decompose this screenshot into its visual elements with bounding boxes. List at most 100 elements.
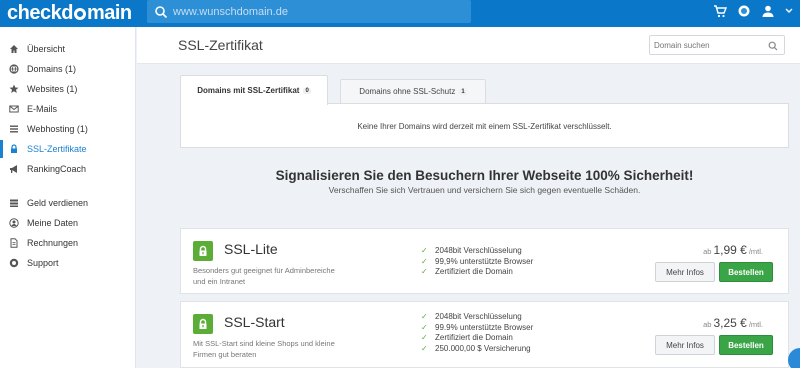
- promo-title: Signalisieren Sie den Besuchern Ihrer We…: [275, 168, 694, 183]
- product-name: SSL-Start: [224, 314, 285, 330]
- more-info-button[interactable]: Mehr Infos: [655, 262, 715, 282]
- tab-domains-ohne-ssl[interactable]: Domains ohne SSL-Schutz 1: [340, 79, 486, 103]
- sidebar-item-label: RankingCoach: [27, 164, 87, 174]
- star-icon: [9, 84, 19, 94]
- product-price: ab 1,99 €/mtl.: [703, 243, 763, 257]
- feature-item: ✓ 250.000,00 $ Versicherung: [421, 344, 533, 355]
- product-description: Besonders gut geeignet für Adminbereiche…: [193, 266, 335, 286]
- check-icon: ✓: [421, 312, 428, 321]
- sidebar-item-websites[interactable]: Websites (1): [0, 79, 135, 99]
- domain-search-input[interactable]: [173, 3, 453, 20]
- tab-label: Domains ohne SSL-Schutz: [359, 87, 456, 96]
- sidebar-item-label: Domains (1): [27, 64, 77, 74]
- domain-filter-search[interactable]: [649, 35, 785, 55]
- sidebar-item-domains[interactable]: Domains (1): [0, 59, 135, 79]
- search-icon[interactable]: [768, 41, 778, 51]
- sidebar-item-label: Meine Daten: [27, 218, 79, 228]
- feature-item: ✓ 2048bit Verschlüsselung: [421, 312, 533, 323]
- tab-domains-mit-ssl[interactable]: Domains mit SSL-Zertifikat 0: [180, 75, 328, 105]
- check-icon: ✓: [421, 267, 428, 276]
- user-icon[interactable]: [761, 4, 775, 18]
- product-name: SSL-Lite: [224, 241, 278, 257]
- check-icon: ✓: [421, 246, 428, 255]
- check-icon: ✓: [421, 333, 428, 342]
- feature-text: 2048bit Verschlüsselung: [435, 312, 522, 321]
- sidebar-item-label: Übersicht: [27, 44, 66, 54]
- info-text: Keine Ihrer Domains wird derzeit mit ein…: [357, 122, 612, 131]
- globe-icon[interactable]: [737, 4, 751, 18]
- top-icons: [713, 4, 793, 18]
- page-header: SSL-Zertifikat: [137, 27, 800, 64]
- sidebar-item-meine-daten[interactable]: Meine Daten: [0, 213, 135, 233]
- order-button[interactable]: Bestellen: [719, 335, 773, 355]
- feature-item: ✓ 2048bit Verschlüsselung: [421, 246, 533, 257]
- lock-icon: [193, 241, 213, 261]
- sidebar-item-webhosting[interactable]: Webhosting (1): [0, 119, 135, 139]
- price-value: 1,99 €: [713, 243, 747, 257]
- chevron-down-icon[interactable]: [785, 4, 793, 18]
- logo-text-start: checkd: [7, 2, 73, 24]
- domain-filter-input[interactable]: [654, 39, 764, 52]
- document-icon: [9, 238, 19, 248]
- price-value: 3,25 €: [713, 316, 747, 330]
- sidebar-account-nav: Geld verdienen Meine Daten Rechnungen Su…: [0, 193, 135, 273]
- sidebar-item-label: Webhosting (1): [27, 124, 88, 134]
- top-bar: checkd main: [0, 0, 800, 27]
- page-title: SSL-Zertifikat: [178, 37, 263, 53]
- support-icon: [9, 258, 19, 268]
- money-icon: [9, 198, 19, 208]
- sidebar-item-geld-verdienen[interactable]: Geld verdienen: [0, 193, 135, 213]
- product-card-ssl-start: SSL-Start Mit SSL-Start sind kleine Shop…: [180, 301, 789, 368]
- check-icon: ✓: [421, 343, 428, 353]
- tab-count-badge: 0: [303, 87, 311, 94]
- sidebar-item-label: Support: [27, 258, 59, 268]
- checkdomain-logo[interactable]: checkd main: [7, 1, 132, 25]
- sidebar-item-rankingcoach[interactable]: RankingCoach: [0, 159, 135, 179]
- promo-subtitle: Verschaffen Sie sich Vertrauen und versi…: [328, 185, 641, 195]
- sidebar-item-label: Geld verdienen: [27, 198, 89, 208]
- sidebar-item-support[interactable]: Support: [0, 253, 135, 273]
- list-icon: [9, 124, 19, 134]
- price-suffix: /mtl.: [748, 320, 763, 329]
- globe-icon: [9, 64, 19, 74]
- tab-label: Domains mit SSL-Zertifikat: [197, 86, 300, 95]
- check-icon: ✓: [421, 256, 428, 266]
- feature-item: ✓ 99,9% unterstützte Browser: [421, 257, 533, 268]
- check-icon: ✓: [421, 322, 428, 332]
- domain-search-bar[interactable]: [147, 0, 471, 23]
- sidebar-item-ssl-zertifikate[interactable]: SSL-Zertifikate: [0, 139, 135, 159]
- price-suffix: /mtl.: [748, 247, 763, 256]
- feature-text: 2048bit Verschlüsselung: [435, 246, 522, 255]
- sidebar-item-uebersicht[interactable]: Übersicht: [0, 39, 135, 59]
- feature-text: 250.000,00 $ Versicherung: [435, 343, 531, 353]
- feature-item: ✓ Zertifiziert die Domain: [421, 333, 533, 344]
- feature-item: ✓ 99.9% unterstützte Browser: [421, 323, 533, 334]
- sidebar-item-rechnungen[interactable]: Rechnungen: [0, 233, 135, 253]
- more-info-button[interactable]: Mehr Infos: [655, 335, 715, 355]
- logo-text-end: main: [86, 2, 132, 24]
- product-card-ssl-lite: SSL-Lite Besonders gut geeignet für Admi…: [180, 228, 789, 294]
- sidebar-item-label: E-Mails: [27, 104, 58, 114]
- sidebar-item-emails[interactable]: E-Mails: [0, 99, 135, 119]
- feature-text: 99.9% unterstützte Browser: [435, 322, 534, 332]
- sidebar: Übersicht Domains (1) Websites (1) E-Mai…: [0, 27, 136, 368]
- order-button[interactable]: Bestellen: [719, 262, 773, 282]
- search-icon: [155, 6, 168, 19]
- tab-count-badge: 1: [459, 88, 467, 95]
- price-prefix: ab: [703, 247, 712, 256]
- cart-icon[interactable]: [713, 4, 728, 18]
- sidebar-item-label: SSL-Zertifikate: [27, 144, 87, 154]
- main-content: SSL-Zertifikat Domains mit SSL-Zertifika…: [137, 27, 800, 368]
- mail-icon: [9, 104, 19, 114]
- product-price: ab 3,25 €/mtl.: [703, 316, 763, 330]
- lock-icon: [193, 314, 213, 334]
- feature-text: Zertifiziert die Domain: [435, 333, 513, 342]
- sidebar-item-label: Rechnungen: [27, 238, 79, 248]
- feature-text: 99,9% unterstützte Browser: [435, 256, 534, 266]
- lock-icon: [9, 144, 19, 154]
- home-icon: [9, 44, 19, 54]
- product-description: Mit SSL-Start sind kleine Shops und klei…: [193, 339, 335, 359]
- logo-o-ring: [73, 8, 86, 20]
- product-features: ✓ 2048bit Verschlüsselung ✓ 99.9% unterstü…: [421, 312, 533, 354]
- product-features: ✓ 2048bit Verschlüsselung ✓ 99,9% unterstü…: [421, 246, 533, 278]
